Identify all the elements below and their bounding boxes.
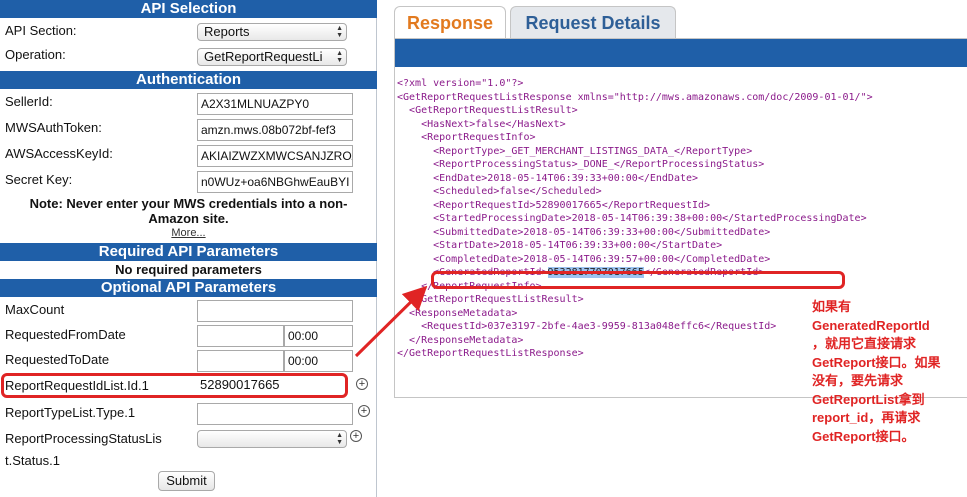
- xml-processing-status: <ReportProcessingStatus>_DONE_</ReportPr…: [433, 159, 765, 170]
- xml-root-open: <GetReportRequestListResponse xmlns="htt…: [397, 91, 873, 103]
- annotation-line: report_id，再请求: [812, 410, 921, 425]
- api-section-label: API Section:: [5, 23, 77, 38]
- requested-to-date-input[interactable]: [197, 350, 284, 372]
- xml-response: <?xml version="1.0"?> <GetReportRequestL…: [397, 77, 873, 361]
- api-form-panel: API Selection API Section: Reports ▲ ▼ Op…: [0, 0, 377, 497]
- xml-request-id: <RequestId>037e3197-2bfe-4ae3-9959-813a0…: [421, 321, 777, 332]
- credentials-note-line1: Note: Never enter your MWS credentials i…: [29, 196, 348, 211]
- mws-auth-token-label: MWSAuthToken:: [5, 120, 102, 135]
- processing-status-label-line2: t.Status.1: [5, 453, 60, 468]
- requested-from-time-input[interactable]: 00:00: [284, 325, 353, 347]
- operation-value: GetReportRequestLi: [204, 49, 323, 64]
- requested-from-date-input[interactable]: [197, 325, 284, 347]
- xml-completed-date: <CompletedDate>2018-05-14T06:39:57+00:00…: [433, 253, 771, 265]
- section-optional-params: Optional API Parameters: [0, 279, 377, 297]
- xml-started-processing: <StartedProcessingDate>2018-05-14T06:39:…: [433, 213, 867, 224]
- section-api-selection: API Selection: [0, 0, 377, 18]
- report-type-label: ReportTypeList.Type.1: [5, 405, 136, 420]
- seller-id-input[interactable]: A2X31MLNUAZPY0: [197, 93, 353, 115]
- more-link[interactable]: More...: [0, 227, 377, 239]
- select-arrows-icon: ▲ ▼: [336, 432, 343, 446]
- submit-button[interactable]: Submit: [158, 471, 215, 491]
- xml-submitted-date: <SubmittedDate>2018-05-14T06:39:33+00:00…: [433, 226, 771, 238]
- section-authentication: Authentication: [0, 71, 377, 89]
- annotation-line: GetReport接口。: [812, 428, 915, 444]
- annotation-line: 没有，要先请求: [812, 373, 904, 388]
- xml-metadata-close: </ResponseMetadata>: [409, 334, 524, 346]
- add-processing-status-icon[interactable]: +: [350, 430, 362, 442]
- processing-status-label-line1: ReportProcessingStatusLis: [5, 431, 162, 446]
- api-section-value: Reports: [204, 24, 250, 39]
- select-arrows-icon: ▲ ▼: [336, 25, 343, 39]
- aws-access-key-input[interactable]: AKIAIZWZXMWCSANJZRO/: [197, 145, 353, 167]
- no-required-params-text: No required parameters: [115, 262, 262, 277]
- requested-to-label: RequestedToDate: [5, 352, 110, 367]
- xml-metadata-open: <ResponseMetadata>: [409, 307, 518, 319]
- credentials-note-line2: Amazon site.: [148, 211, 229, 226]
- annotation-line: GeneratedReportId: [812, 317, 930, 333]
- aws-access-key-label: AWSAccessKeyId:: [5, 146, 113, 161]
- xml-scheduled: <Scheduled>false</Scheduled>: [433, 186, 602, 197]
- xml-declaration: <?xml version="1.0"?>: [397, 78, 524, 89]
- xml-result-close: </GetReportRequestListResult>: [409, 294, 584, 305]
- section-required-params: Required API Parameters: [0, 243, 377, 261]
- response-header-bar: [395, 39, 967, 67]
- tab-response[interactable]: Response: [394, 6, 506, 38]
- mws-auth-token-input[interactable]: amzn.mws.08b072bf-fef3: [197, 119, 353, 141]
- xml-info-open: <ReportRequestInfo>: [421, 132, 536, 143]
- tab-request-details[interactable]: Request Details: [510, 6, 676, 38]
- xml-root-close: </GetReportRequestListResponse>: [397, 348, 584, 359]
- xml-report-type: <ReportType>_GET_MERCHANT_LISTINGS_DATA_…: [433, 145, 753, 157]
- select-arrows-icon: ▲ ▼: [336, 50, 343, 64]
- seller-id-label: SellerId:: [5, 94, 53, 109]
- annotation-line: GetReport接口。如果: [812, 354, 941, 370]
- requested-to-time-input[interactable]: 00:00: [284, 350, 353, 372]
- add-report-type-icon[interactable]: +: [358, 405, 370, 417]
- secret-key-label: Secret Key:: [5, 172, 73, 187]
- request-id-highlight-box: [1, 373, 348, 398]
- secret-key-input[interactable]: n0WUz+oa6NBGhwEauBYI: [197, 171, 353, 193]
- processing-status-select[interactable]: ▲ ▼: [197, 430, 347, 448]
- max-count-input[interactable]: [197, 300, 353, 322]
- report-type-input[interactable]: [197, 403, 353, 425]
- xml-has-next: <HasNext>false</HasNext>: [421, 118, 566, 130]
- annotation-line: 如果有: [812, 299, 852, 314]
- api-section-select[interactable]: Reports ▲ ▼: [197, 23, 347, 41]
- xml-result-open: <GetReportRequestListResult>: [409, 105, 578, 116]
- add-request-id-icon[interactable]: +: [356, 378, 368, 390]
- annotation-note: 如果有 GeneratedReportId ，就用它直接请求 GetReport…: [812, 298, 962, 446]
- xml-report-request-id: <ReportRequestId>52890017665</ReportRequ…: [433, 199, 711, 211]
- operation-select[interactable]: GetReportRequestLi ▲ ▼: [197, 48, 347, 66]
- max-count-label: MaxCount: [5, 302, 65, 317]
- operation-label: Operation:: [5, 47, 66, 62]
- generated-id-highlight-box: [431, 271, 845, 289]
- xml-start-date: <StartDate>2018-05-14T06:39:33+00:00</St…: [433, 240, 723, 251]
- annotation-line: ，就用它直接请求: [812, 336, 917, 351]
- requested-from-label: RequestedFromDate: [5, 327, 126, 342]
- xml-end-date: <EndDate>2018-05-14T06:39:33+00:00</EndD…: [433, 172, 699, 184]
- annotation-line: GetReportList拿到: [812, 391, 925, 407]
